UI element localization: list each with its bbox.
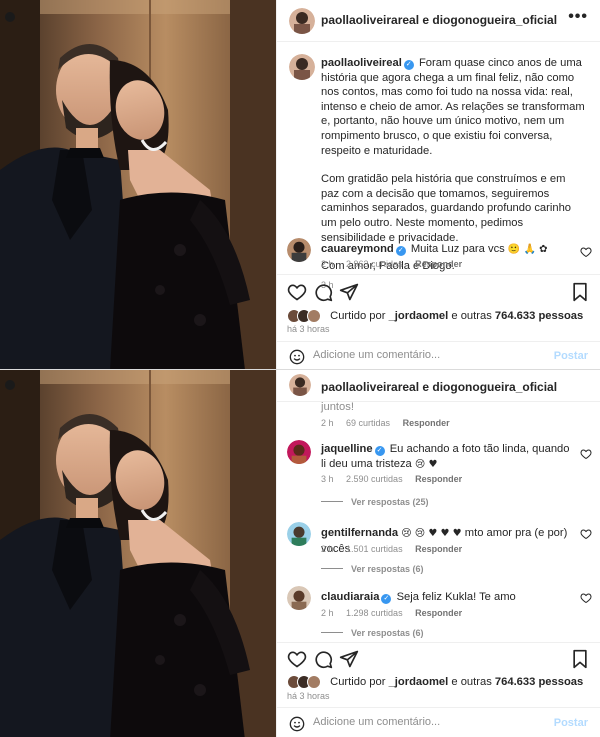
comment-likes[interactable]: 2.963 curtidas <box>346 259 403 269</box>
liked-by-user[interactable]: _jordaomel <box>389 310 449 322</box>
comment-item: cauareymond ✓ Muita Luz para vcs 🙂 🙏 ✿ 2 … <box>287 238 594 269</box>
liked-by-prefix: Curtido por <box>330 309 386 322</box>
liked-by-suffix: e outras <box>451 309 492 322</box>
comment-user[interactable]: claudiaraia <box>321 591 379 603</box>
comment-time: 2 h <box>321 418 334 428</box>
comment-user[interactable]: cauareymond <box>321 243 394 255</box>
verified-icon: ✓ <box>381 594 392 604</box>
comment-item: juntos! 2 h 69 curtidas Responder <box>287 400 594 430</box>
comment-avatar[interactable] <box>287 238 311 262</box>
add-comment-bar: Postar <box>277 707 600 737</box>
comment-emojis: 😢 😢 ♥ ♥ ♥ <box>401 528 462 539</box>
view-replies-label: Ver respostas (6) <box>351 564 424 574</box>
emoji-icon[interactable] <box>289 349 305 365</box>
caption-user[interactable]: paollaoliveireal <box>321 57 402 69</box>
emoji-icon[interactable] <box>289 716 305 732</box>
post-sidebar: paollaoliveirareal e diogonogueira_ofici… <box>276 0 600 369</box>
likes-count[interactable]: 764.633 pessoas <box>495 310 583 322</box>
view-replies-button[interactable]: Ver respostas (25) <box>321 497 429 507</box>
comment-heart-icon[interactable] <box>580 528 592 540</box>
user-tag-icon[interactable] <box>5 380 15 390</box>
post-photo[interactable] <box>0 370 276 737</box>
comment-text: juntos! <box>321 401 354 413</box>
comment-likes[interactable]: 1.501 curtidas <box>346 544 403 554</box>
reply-button[interactable]: Responder <box>415 474 462 484</box>
bookmark-icon[interactable] <box>570 649 590 669</box>
reply-button[interactable]: Responder <box>415 608 462 618</box>
comment-time: 2 h <box>321 259 334 269</box>
avatar[interactable] <box>289 374 311 396</box>
comment-likes[interactable]: 1.298 curtidas <box>346 608 403 618</box>
comment-avatar[interactable] <box>287 440 311 464</box>
view-replies-button[interactable]: Ver respostas (6) <box>321 628 424 638</box>
comment-item: jaquelline ✓ Eu achando a foto tão linda,… <box>287 440 594 500</box>
post-header: paollaoliveirareal e diogonogueira_ofici… <box>277 0 600 42</box>
comment-heart-icon[interactable] <box>580 448 592 460</box>
avatar[interactable] <box>289 8 315 34</box>
comment-text: Muita Luz para vcs <box>410 243 505 255</box>
comment-likes[interactable]: 69 curtidas <box>346 418 390 428</box>
comment-user[interactable]: jaquelline <box>321 443 373 455</box>
verified-icon: ✓ <box>403 60 414 70</box>
likes-count[interactable]: 764.633 pessoas <box>495 676 583 688</box>
liked-avatars <box>287 309 327 323</box>
liked-avatars <box>287 675 327 689</box>
add-comment-bar: Postar <box>277 341 600 369</box>
post-button[interactable]: Postar <box>554 350 588 362</box>
comment-time: 3 h <box>321 474 334 484</box>
share-icon[interactable] <box>339 649 359 669</box>
share-icon[interactable] <box>339 282 359 302</box>
post-actions: Curtido por _jordaomel e outras 764.633 … <box>277 274 600 369</box>
comment-emojis: 🙂 🙏 ✿ <box>507 244 548 255</box>
liked-by-user[interactable]: _jordaomel <box>389 676 449 688</box>
comment-item: gentilfernanda 😢 😢 ♥ ♥ ♥ mto amor pra (e… <box>287 522 594 562</box>
reply-button[interactable]: Responder <box>415 544 462 554</box>
liked-by-suffix: e outras <box>451 675 492 688</box>
comment-avatar[interactable] <box>287 586 311 610</box>
post-header: paollaoliveirareal e diogonogueira_ofici… <box>277 370 600 402</box>
comment-likes[interactable]: 2.590 curtidas <box>346 474 403 484</box>
comment-emojis: 😢 ♥ <box>414 458 438 470</box>
comment-icon[interactable] <box>313 649 333 669</box>
liked-by: Curtido por _jordaomel e outras 764.633 … <box>287 309 583 323</box>
verified-icon: ✓ <box>395 246 406 256</box>
comment-icon[interactable] <box>313 282 333 302</box>
comment-text: Seja feliz Kukla! Te amo <box>396 591 516 603</box>
comment-time: 2 h <box>321 544 334 554</box>
reply-button[interactable]: Responder <box>403 418 450 428</box>
post-time: há 3 horas <box>287 691 330 701</box>
comment-avatar[interactable] <box>287 522 311 546</box>
comment-input[interactable] <box>313 349 533 361</box>
view-replies-button[interactable]: Ver respostas (6) <box>321 564 424 574</box>
post-panel-bottom: paollaoliveirareal e diogonogueira_ofici… <box>0 369 600 737</box>
comment-input[interactable] <box>313 716 533 728</box>
post-actions: Curtido por _jordaomel e outras 764.633 … <box>277 642 600 737</box>
heart-icon[interactable] <box>287 649 307 669</box>
post-photo[interactable] <box>0 0 276 369</box>
bookmark-icon[interactable] <box>570 282 590 302</box>
liked-by: Curtido por _jordaomel e outras 764.633 … <box>287 675 583 689</box>
comment-user[interactable]: gentilfernanda <box>321 527 398 539</box>
caption-avatar[interactable] <box>289 54 315 80</box>
caption-paragraph-1: Foram quase cinco anos de uma história q… <box>321 57 585 157</box>
heart-icon[interactable] <box>287 282 307 302</box>
post-panel-top: paollaoliveirareal e diogonogueira_ofici… <box>0 0 600 369</box>
reply-button[interactable]: Responder <box>415 259 462 269</box>
comment-item: claudiaraia ✓ Seja feliz Kukla! Te amo 2 … <box>287 586 594 626</box>
comment-time: 2 h <box>321 608 334 618</box>
comment-heart-icon[interactable] <box>580 592 592 604</box>
post-button[interactable]: Postar <box>554 717 588 729</box>
view-replies-label: Ver respostas (25) <box>351 497 429 507</box>
verified-icon: ✓ <box>374 446 385 456</box>
caption-paragraph-2: Com gratidão pela história que construím… <box>321 173 572 244</box>
user-tag-icon[interactable] <box>5 12 15 22</box>
view-replies-label: Ver respostas (6) <box>351 628 424 638</box>
post-sidebar: paollaoliveirareal e diogonogueira_ofici… <box>276 370 600 737</box>
liked-by-prefix: Curtido por <box>330 675 386 688</box>
comment-heart-icon[interactable] <box>580 246 592 258</box>
post-accounts[interactable]: paollaoliveirareal e diogonogueira_ofici… <box>321 13 557 27</box>
post-time: há 3 horas <box>287 324 330 334</box>
post-accounts[interactable]: paollaoliveirareal e diogonogueira_ofici… <box>321 380 557 394</box>
more-options-icon[interactable]: ••• <box>568 8 588 26</box>
